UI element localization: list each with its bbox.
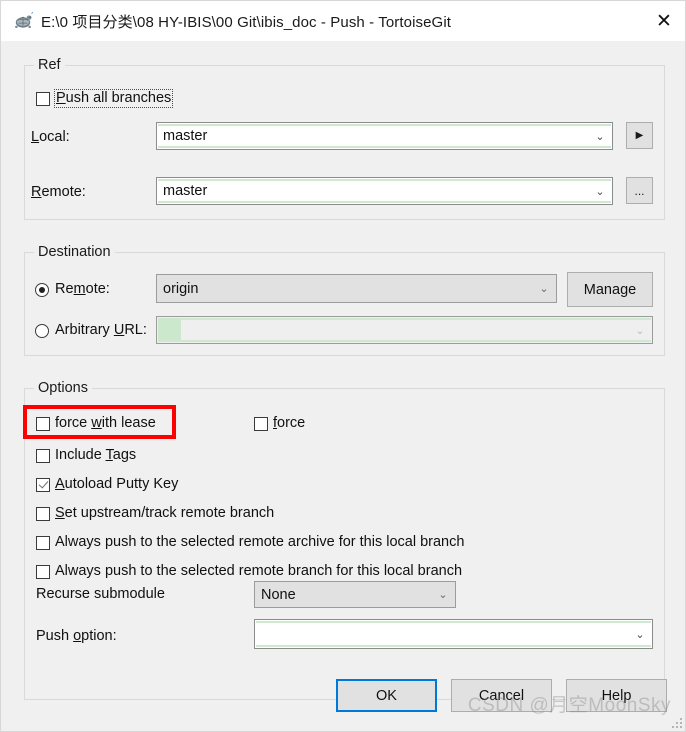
remote-branch-browse-button[interactable]: ... <box>626 177 653 204</box>
chevron-down-icon[interactable]: ⌄ <box>431 589 455 600</box>
arbitrary-url-combo[interactable]: ⌄ <box>156 316 653 344</box>
force-with-lease-label: force with lease <box>55 415 156 431</box>
autoload-putty-key-checkbox[interactable]: Autoload Putty Key <box>36 476 178 493</box>
chevron-down-icon[interactable]: ⌄ <box>588 131 612 142</box>
dialog-client-area: Ref Push all branches Local: master ⌄ ▶ … <box>2 41 685 731</box>
options-group-title: Options <box>34 380 92 396</box>
destination-remote-combo[interactable]: origin ⌄ <box>156 274 557 303</box>
local-branch-value: master <box>163 128 208 144</box>
url-field-highlight <box>158 318 181 342</box>
autoload-putty-key-label: Autoload Putty Key <box>55 476 179 492</box>
checkbox-box <box>36 506 50 521</box>
checkbox-box <box>36 477 50 492</box>
window-title: E:\0 项目分类\08 HY-IBIS\00 Git\ibis_doc - P… <box>41 13 452 31</box>
set-upstream-label: Set upstream/track remote branch <box>55 505 275 521</box>
always-push-remote-branch-label: Always push to the selected remote branc… <box>55 563 463 579</box>
local-branch-picker-button[interactable]: ▶ <box>626 122 653 149</box>
destination-remote-value: origin <box>163 280 199 297</box>
destination-remote-label: Remote: <box>55 281 110 297</box>
checkbox-box <box>36 91 50 106</box>
chevron-down-icon[interactable]: ⌄ <box>628 629 652 640</box>
ellipsis-icon: ... <box>634 183 645 198</box>
checkbox-box <box>254 416 268 431</box>
push-all-branches-label: Push all branches <box>54 89 174 108</box>
checkbox-box <box>36 535 50 550</box>
set-upstream-checkbox[interactable]: Set upstream/track remote branch <box>36 505 274 522</box>
checkbox-box <box>36 448 50 463</box>
remote-branch-combo[interactable]: master ⌄ <box>156 177 613 205</box>
local-branch-combo[interactable]: master ⌄ <box>156 122 613 150</box>
destination-arbitrary-url-label: Arbitrary URL: <box>55 322 147 338</box>
ok-button[interactable]: OK <box>336 679 437 712</box>
destination-remote-radio[interactable]: Remote: <box>35 281 110 298</box>
ref-group-title: Ref <box>34 57 65 73</box>
include-tags-checkbox[interactable]: Include Tags <box>36 447 136 464</box>
push-all-branches-checkbox[interactable]: Push all branches <box>36 89 174 108</box>
close-icon[interactable]: ✕ <box>641 1 685 41</box>
push-dialog-window: E:\0 项目分类\08 HY-IBIS\00 Git\ibis_doc - P… <box>0 0 686 732</box>
recurse-submodule-combo[interactable]: None ⌄ <box>254 581 456 608</box>
remote-branch-label: Remote: <box>31 184 86 200</box>
force-checkbox[interactable]: force <box>254 415 305 432</box>
chevron-down-icon[interactable]: ⌄ <box>588 186 612 197</box>
always-push-remote-archive-checkbox[interactable]: Always push to the selected remote archi… <box>36 534 464 551</box>
include-tags-label: Include Tags <box>55 447 137 463</box>
checkbox-box <box>36 416 50 431</box>
ok-button-label: OK <box>376 687 397 704</box>
force-label: force <box>273 415 306 431</box>
force-with-lease-checkbox[interactable]: force with lease <box>36 415 156 432</box>
recurse-submodule-value: None <box>261 586 296 603</box>
tortoisegit-turtle-icon <box>12 10 34 32</box>
radio-dot <box>35 282 49 297</box>
always-push-remote-branch-checkbox[interactable]: Always push to the selected remote branc… <box>36 563 462 580</box>
destination-group-title: Destination <box>34 244 115 260</box>
push-option-label: Push option: <box>36 628 117 644</box>
always-push-remote-archive-label: Always push to the selected remote archi… <box>55 534 465 550</box>
chevron-down-icon[interactable]: ⌄ <box>532 283 556 294</box>
csdn-watermark: CSDN @月空MoonSky <box>467 695 671 716</box>
remote-branch-value: master <box>163 183 208 199</box>
title-bar[interactable]: E:\0 项目分类\08 HY-IBIS\00 Git\ibis_doc - P… <box>1 1 685 41</box>
triangle-right-icon: ▶ <box>635 130 644 141</box>
destination-arbitrary-url-radio[interactable]: Arbitrary URL: <box>35 322 147 339</box>
resize-grip[interactable] <box>670 716 682 728</box>
chevron-down-icon[interactable]: ⌄ <box>628 325 652 336</box>
local-label: Local: <box>31 129 70 145</box>
push-option-combo[interactable]: ⌄ <box>254 619 653 649</box>
checkbox-box <box>36 564 50 579</box>
manage-remotes-button[interactable]: Manage <box>567 272 653 307</box>
radio-dot <box>35 323 49 338</box>
recurse-submodule-label: Recurse submodule <box>36 586 165 602</box>
manage-button-label: Manage <box>583 281 637 298</box>
